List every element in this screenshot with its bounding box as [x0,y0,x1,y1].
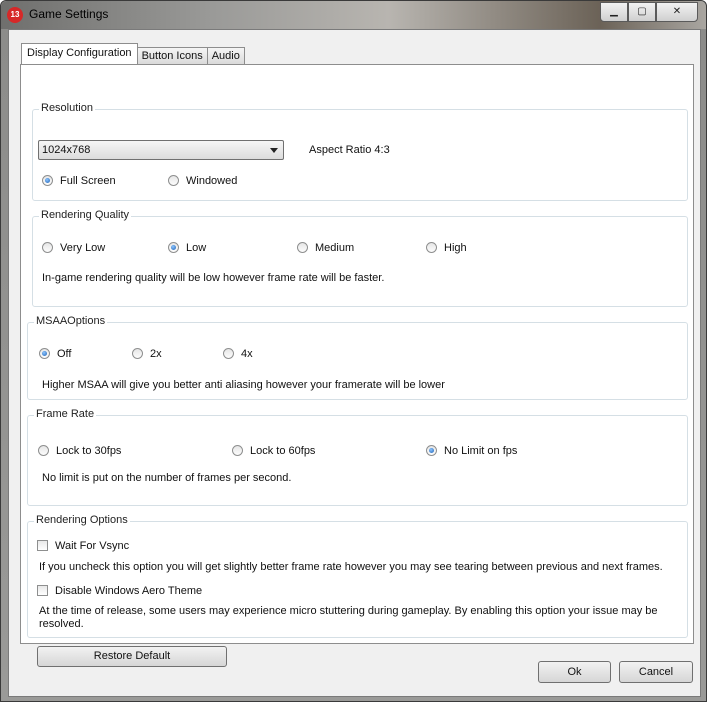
frame-rate-group-title: Frame Rate [34,408,97,420]
full-screen-radio[interactable]: Full Screen [42,174,116,187]
cancel-button[interactable]: Cancel [619,661,693,683]
resolution-select[interactable]: 1024x768 [38,140,284,160]
medium-label: Medium [315,242,355,254]
high-label: High [444,242,467,254]
title-bar[interactable]: 13 Game Settings ▁ ▢ ✕ [1,1,706,29]
minimize-icon: ▁ [610,6,618,17]
tab-audio[interactable]: Audio [206,47,245,64]
msaa-2x-radio[interactable]: 2x [132,347,162,360]
ok-button[interactable]: Ok [538,661,611,683]
resolution-group: Resolution 1024x768 Aspect Ratio 4:3 Ful… [32,102,688,201]
very-low-radio[interactable]: Very Low [42,241,106,254]
very-low-label: Very Low [60,242,106,254]
radio-indicator [223,347,234,359]
msaa-4x-label: 4x [241,348,253,360]
radio-indicator [426,241,437,253]
vsync-description: If you uncheck this option you will get … [39,561,663,573]
disable-aero-label: Disable Windows Aero Theme [55,585,203,597]
medium-radio[interactable]: Medium [297,241,355,254]
aero-description-line2: resolved. [39,618,84,630]
lock-60fps-label: Lock to 60fps [250,445,316,457]
msaa-4x-radio[interactable]: 4x [223,347,253,360]
app-icon: 13 [7,7,23,23]
radio-indicator [39,347,50,359]
msaa-description: Higher MSAA will give you better anti al… [42,379,445,391]
radio-indicator [297,241,308,253]
radio-indicator [42,174,53,186]
lock-30fps-radio[interactable]: Lock to 30fps [38,444,122,457]
resolution-group-title: Resolution [39,102,95,114]
low-label: Low [186,242,207,254]
radio-indicator [168,174,179,186]
tab-button-icons[interactable]: Button Icons [136,47,208,64]
full-screen-label: Full Screen [60,175,116,187]
windowed-label: Windowed [186,175,238,187]
disable-aero-checkbox[interactable]: Disable Windows Aero Theme [37,584,203,597]
radio-indicator [232,444,243,456]
msaa-off-radio[interactable]: Off [39,347,72,360]
caption-buttons: ▁ ▢ ✕ [600,2,698,22]
radio-indicator [42,241,53,253]
wait-for-vsync-checkbox[interactable]: Wait For Vsync [37,539,130,552]
maximize-icon: ▢ [637,6,647,17]
msaa-off-label: Off [57,348,72,360]
rendering-options-group-title: Rendering Options [34,514,130,526]
high-radio[interactable]: High [426,241,467,254]
minimize-button[interactable]: ▁ [600,2,628,22]
game-settings-window: 13 Game Settings ▁ ▢ ✕ Display Configura… [0,0,707,702]
low-radio[interactable]: Low [168,241,207,254]
checkbox-indicator [37,539,48,551]
chevron-down-icon [270,148,278,153]
rendering-quality-group: Rendering Quality Very Low Low Medium Hi… [32,209,688,307]
aspect-ratio-label: Aspect Ratio 4:3 [309,144,390,156]
rendering-quality-group-title: Rendering Quality [39,209,132,221]
close-button[interactable]: ✕ [656,2,698,22]
radio-indicator [168,241,179,253]
checkbox-indicator [37,584,48,596]
windowed-radio[interactable]: Windowed [168,174,238,187]
radio-indicator [132,347,143,359]
tab-display-configuration[interactable]: Display Configuration [21,43,138,64]
frame-rate-group: Frame Rate Lock to 30fps Lock to 60fps N… [27,408,688,506]
resolution-selected-value: 1024x768 [42,144,91,156]
msaa-2x-label: 2x [150,348,162,360]
frame-rate-description: No limit is put on the number of frames … [42,472,292,484]
rendering-options-group: Rendering Options Wait For Vsync If you … [27,514,688,638]
rendering-quality-description: In-game rendering quality will be low ho… [42,272,385,284]
no-limit-radio[interactable]: No Limit on fps [426,444,518,457]
radio-indicator [38,444,49,456]
msaa-group: MSAAOptions Off 2x 4x Higher MSAA will g… [27,315,688,400]
radio-indicator [426,444,437,456]
lock-60fps-radio[interactable]: Lock to 60fps [232,444,316,457]
no-limit-label: No Limit on fps [444,445,518,457]
msaa-group-title: MSAAOptions [34,315,108,327]
wait-for-vsync-label: Wait For Vsync [55,540,130,552]
restore-default-button[interactable]: Restore Default [37,646,227,667]
maximize-button[interactable]: ▢ [628,2,656,22]
tab-strip: Display Configuration Button Icons Audio [21,43,245,64]
dialog-client-area: Display Configuration Button Icons Audio… [8,29,701,697]
close-icon: ✕ [672,6,682,17]
window-title: Game Settings [29,7,109,21]
display-configuration-panel: Resolution 1024x768 Aspect Ratio 4:3 Ful… [20,64,694,667]
lock-30fps-label: Lock to 30fps [56,445,122,457]
aero-description-line1: At the time of release, some users may e… [39,605,658,617]
